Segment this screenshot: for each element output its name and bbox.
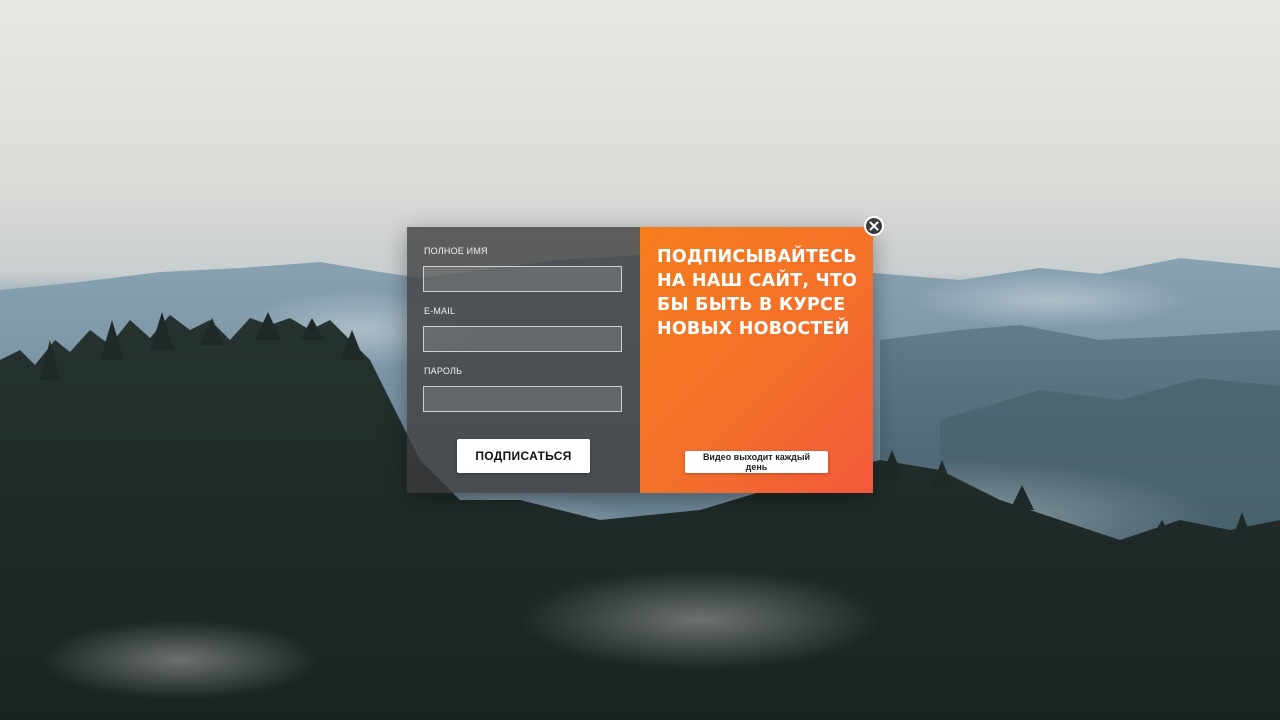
subscribe-button[interactable]: ПОДПИСАТЬСЯ: [457, 439, 590, 473]
close-button[interactable]: [864, 216, 884, 236]
password-label: ПАРОЛЬ: [424, 366, 463, 376]
signup-form: ПОЛНОЕ ИМЯ E-MAIL ПАРОЛЬ ПОДПИСАТЬСЯ: [407, 227, 640, 493]
daily-video-button[interactable]: Видео выходит каждый день: [685, 451, 828, 473]
email-label: E-MAIL: [424, 306, 456, 316]
promo-panel: ПОДПИСЫВАЙТЕСЬ НА НАШ САЙТ, ЧТО БЫ БЫТЬ …: [640, 227, 873, 493]
promo-headline: ПОДПИСЫВАЙТЕСЬ НА НАШ САЙТ, ЧТО БЫ БЫТЬ …: [657, 247, 858, 339]
full-name-label: ПОЛНОЕ ИМЯ: [424, 246, 488, 256]
password-input[interactable]: [423, 386, 622, 412]
email-input[interactable]: [423, 326, 622, 352]
subscribe-modal: ПОЛНОЕ ИМЯ E-MAIL ПАРОЛЬ ПОДПИСАТЬСЯ ПОД…: [407, 216, 884, 493]
full-name-input[interactable]: [423, 266, 622, 292]
close-icon: [869, 221, 879, 231]
